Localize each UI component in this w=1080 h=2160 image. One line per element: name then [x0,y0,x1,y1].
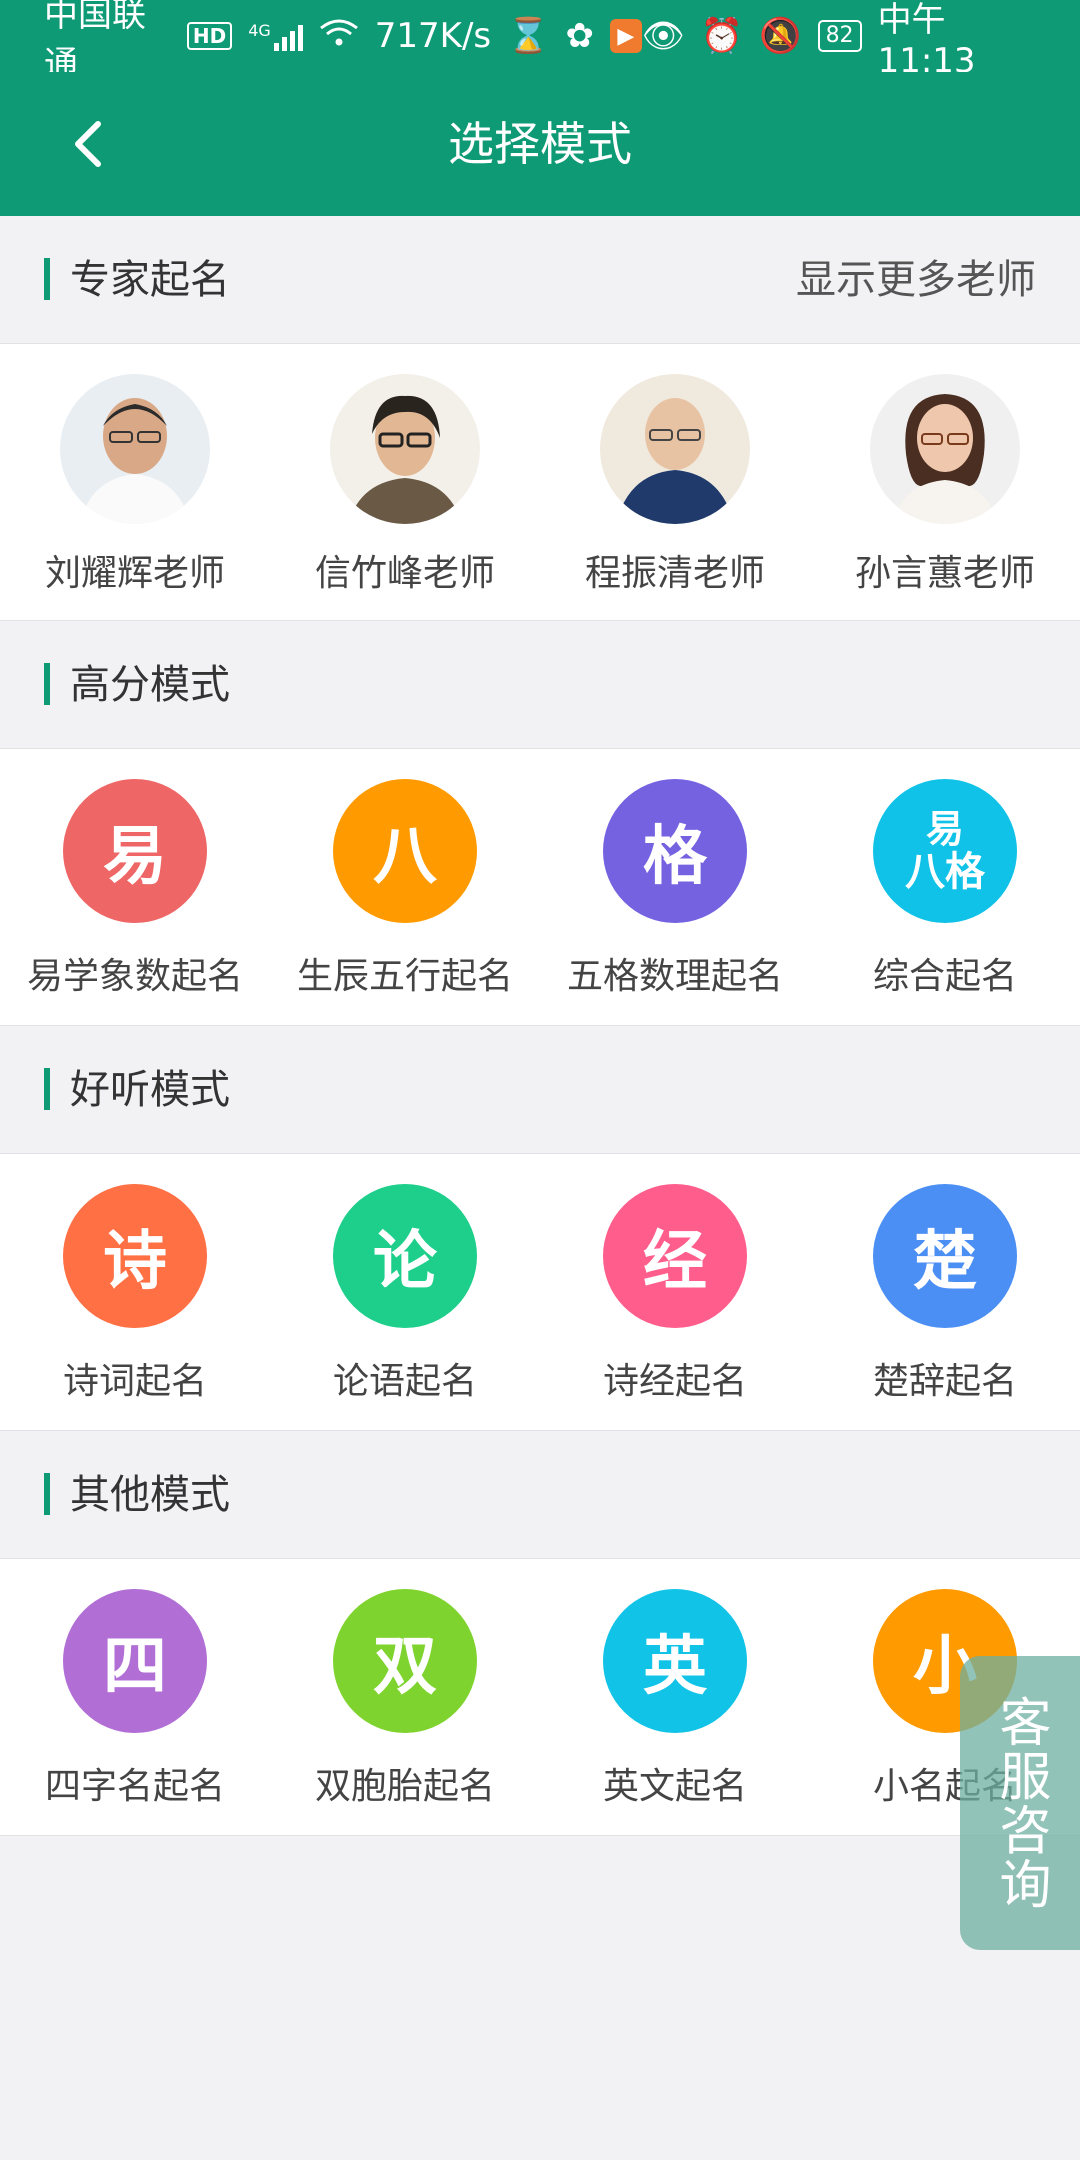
expert-name: 程振清老师 [584,553,765,594]
section-accent-bar [44,1473,50,1515]
mode-item[interactable]: 易 八格 综合起名 [810,749,1080,1025]
ying-badge-icon: 英 [603,1589,747,1733]
avatar [60,374,210,524]
mode-item[interactable]: 双 双胞胎起名 [270,1559,540,1835]
avatar [600,374,750,524]
customer-service-label: 客服咨询 [990,1695,1050,1911]
section-header-high-score: 高分模式 [0,621,1080,749]
section-title: 其他模式 [70,1472,230,1518]
mode-label: 综合起名 [872,956,1017,997]
combined-badge-icon: 易 八格 [873,779,1017,923]
network-type-label: 4G [248,21,271,40]
mode-item[interactable]: 论 论语起名 [270,1154,540,1430]
chu-badge-icon: 楚 [873,1184,1017,1328]
mode-label: 四字名起名 [44,1766,225,1807]
mode-label: 生辰五行起名 [296,956,513,997]
mode-label: 双胞胎起名 [314,1766,495,1807]
yi-badge-icon: 易 [63,779,207,923]
mode-item[interactable]: 英 英文起名 [540,1559,810,1835]
net-speed-label: 717K/s [374,16,492,56]
signal-icon: 4G [248,21,303,51]
hourglass-icon: ⌛ [507,16,550,56]
experts-row: 刘耀辉老师 信竹峰老师 程振清老师 孙言蕙老师 [0,344,1080,621]
mode-item[interactable]: 诗 诗词起名 [0,1154,270,1430]
ge-badge-icon: 格 [603,779,747,923]
section-header-pleasant: 好听模式 [0,1026,1080,1154]
ba-badge-icon: 八 [333,779,477,923]
section-title: 专家起名 [70,257,230,303]
hd-icon: HD [186,22,233,50]
shuang-badge-icon: 双 [333,1589,477,1733]
expert-name: 信竹峰老师 [314,553,495,594]
section-title: 好听模式 [70,1067,230,1113]
mode-label: 诗词起名 [62,1361,207,1402]
app-notify-icon: ✿ [565,16,594,56]
shi-badge-icon: 诗 [63,1184,207,1328]
video-app-icon: ▶ [609,19,642,53]
section-accent-bar [44,258,50,300]
expert-name: 孙言蕙老师 [854,553,1035,594]
section-header-experts: 专家起名 显示更多老师 [0,216,1080,344]
show-more-teachers-link[interactable]: 显示更多老师 [796,216,1036,344]
avatar [330,374,480,524]
other-row: 四 四字名起名 双 双胞胎起名 英 英文起名 小 小名起名 [0,1559,1080,1836]
jing-badge-icon: 经 [603,1184,747,1328]
lun-badge-icon: 论 [333,1184,477,1328]
mode-item[interactable]: 四 四字名起名 [0,1559,270,1835]
expert-item[interactable]: 程振清老师 [540,344,810,620]
si-badge-icon: 四 [63,1589,207,1733]
mode-item[interactable]: 楚 楚辞起名 [810,1154,1080,1430]
mode-label: 易学象数起名 [26,956,243,997]
mute-icon: 🔕 [759,16,802,56]
mode-label: 楚辞起名 [872,1361,1017,1402]
app-bar: 选择模式 [0,72,1080,216]
clock-label: 中午11:13 [877,0,976,81]
pleasant-row: 诗 诗词起名 论 论语起名 经 诗经起名 楚 楚辞起名 [0,1154,1080,1431]
expert-item[interactable]: 孙言蕙老师 [810,344,1080,620]
page-title: 选择模式 [448,117,632,171]
mode-label: 五格数理起名 [566,956,783,997]
mode-item[interactable]: 经 诗经起名 [540,1154,810,1430]
mode-item[interactable]: 易 易学象数起名 [0,749,270,1025]
expert-name: 刘耀辉老师 [44,553,225,594]
badge-bottom-glyph: 八格 [905,849,985,895]
mode-label: 英文起名 [602,1766,747,1807]
customer-service-button[interactable]: 客服咨询 [960,1656,1080,1950]
mode-item[interactable]: 八 生辰五行起名 [270,749,540,1025]
expert-item[interactable]: 刘耀辉老师 [0,344,270,620]
high-score-row: 易 易学象数起名 八 生辰五行起名 格 五格数理起名 易 八格 综合起名 [0,749,1080,1026]
section-accent-bar [44,1068,50,1110]
mode-item[interactable]: 格 五格数理起名 [540,749,810,1025]
eye-icon: 👁 [641,16,685,56]
alarm-icon: ⏰ [700,16,744,56]
section-accent-bar [44,663,50,705]
status-bar: 中国联通 HD 4G 717K/s ⌛ ✿ ▶ 👁 ⏰ 🔕 82 中午11:13 [0,0,1080,84]
section-title: 高分模式 [70,662,230,708]
battery-icon: 82 [817,20,862,52]
badge-top-glyph: 易 [925,807,964,851]
mode-label: 论语起名 [332,1361,477,1402]
expert-item[interactable]: 信竹峰老师 [270,344,540,620]
avatar [870,374,1020,524]
mode-label: 诗经起名 [602,1361,747,1402]
section-header-other: 其他模式 [0,1431,1080,1559]
wifi-icon [319,16,359,57]
